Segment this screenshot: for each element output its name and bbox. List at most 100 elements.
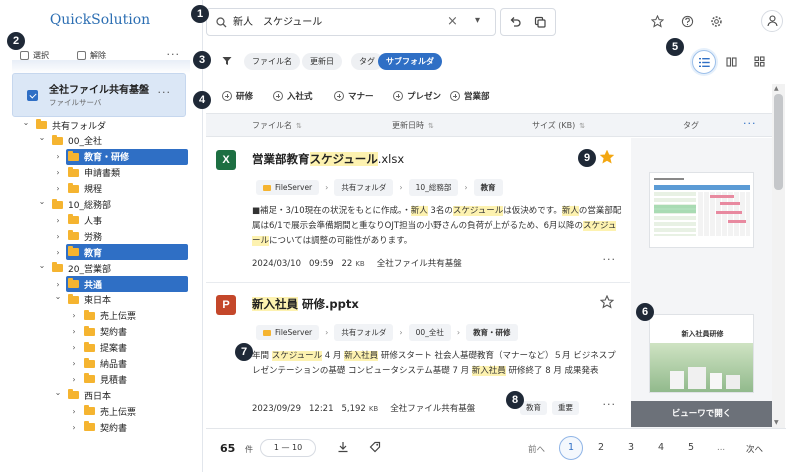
search-dropdown-icon[interactable]: ▾: [475, 15, 480, 26]
tree-item[interactable]: ⌄ 20_営業部: [38, 260, 111, 276]
source-checkbox[interactable]: [27, 90, 38, 101]
download-icon[interactable]: [337, 441, 349, 453]
chevron-right-icon[interactable]: ›: [54, 280, 62, 289]
tree-item[interactable]: ⌄ 東日本: [54, 292, 111, 308]
breadcrumb-item[interactable]: 00_全社: [408, 324, 451, 341]
chevron-down-icon[interactable]: ⌄: [54, 292, 62, 301]
page-number[interactable]: 5: [679, 436, 703, 460]
tree-item[interactable]: › 教育: [54, 244, 188, 261]
help-icon[interactable]: [681, 15, 694, 28]
prev-page-link[interactable]: 前へ: [528, 443, 545, 455]
presentation-thumbnail[interactable]: 新入社員研修: [649, 314, 754, 393]
copy-icon[interactable]: [534, 16, 546, 28]
column-settings-icon[interactable]: ···: [743, 117, 757, 130]
chevron-right-icon[interactable]: ›: [54, 216, 62, 225]
search-box[interactable]: × ▾: [206, 8, 496, 36]
tree-item[interactable]: › 見積書: [70, 371, 127, 387]
undo-icon[interactable]: [509, 16, 521, 28]
chevron-right-icon[interactable]: ›: [54, 152, 62, 161]
page-number[interactable]: 4: [649, 436, 673, 460]
file-name[interactable]: 新入社員 研修.pptx: [252, 296, 359, 312]
breadcrumb-item[interactable]: 教育: [473, 179, 503, 196]
result-range[interactable]: 1 — 10: [260, 439, 316, 457]
tree-item[interactable]: › 提案書: [70, 340, 127, 356]
col-updated[interactable]: 更新日時 ⇅: [392, 120, 434, 131]
source-card[interactable]: 全社ファイル共有基盤 ファイルサーバ ···: [12, 73, 186, 117]
search-input[interactable]: [233, 15, 443, 26]
deselect-button[interactable]: 解除: [77, 50, 106, 61]
tree-item[interactable]: ⌄ 西日本: [54, 387, 111, 403]
chevron-right-icon[interactable]: ›: [70, 407, 78, 416]
chevron-right-icon[interactable]: ›: [70, 423, 78, 432]
file-name[interactable]: 営業部教育スケジュール.xlsx: [252, 151, 404, 167]
chevron-down-icon[interactable]: ⌄: [22, 118, 30, 127]
chevron-right-icon[interactable]: ›: [54, 248, 62, 257]
page-number[interactable]: 1: [559, 436, 583, 460]
favorite-star-icon[interactable]: [600, 150, 614, 164]
tree-item[interactable]: › 人事: [54, 212, 102, 228]
column-view-button[interactable]: [720, 50, 744, 74]
scroll-up-icon[interactable]: ▲: [774, 85, 779, 92]
breadcrumb-item[interactable]: FileServer: [256, 325, 320, 340]
breadcrumb-item[interactable]: FileServer: [256, 180, 320, 195]
page-number[interactable]: 3: [619, 436, 643, 460]
tree-item[interactable]: ⌄ 10_総務部: [38, 197, 111, 213]
tree-item[interactable]: › 規程: [54, 181, 102, 197]
filter-chip[interactable]: 更新日: [302, 53, 342, 70]
chevron-down-icon[interactable]: ⌄: [54, 388, 62, 397]
tree-item[interactable]: › 共通: [54, 276, 188, 292]
settings-gear-icon[interactable]: [710, 15, 723, 28]
chevron-right-icon[interactable]: ›: [54, 232, 62, 241]
favorite-star-icon[interactable]: [651, 15, 664, 28]
tree-item[interactable]: › 労務: [54, 228, 102, 244]
tree-item[interactable]: › 契約書: [70, 324, 127, 340]
add-tag-button[interactable]: 研修: [222, 90, 253, 102]
tree-item[interactable]: › 契約書: [70, 419, 127, 435]
file-more-icon[interactable]: ···: [603, 398, 617, 411]
tree-item[interactable]: › 納品書: [70, 356, 127, 372]
breadcrumb-item[interactable]: 教育・研修: [466, 324, 518, 341]
add-tag-button[interactable]: 営業部: [450, 90, 490, 102]
spreadsheet-thumbnail[interactable]: [649, 172, 754, 248]
chevron-right-icon[interactable]: ›: [70, 359, 78, 368]
file-tag[interactable]: 重要: [552, 401, 579, 415]
tag-icon[interactable]: [369, 441, 381, 453]
result-card[interactable]: X 営業部教育スケジュール.xlsx FileServer › 共有フォルダ › 10_総務…: [206, 138, 630, 283]
chevron-right-icon[interactable]: ›: [70, 375, 78, 384]
chevron-down-icon[interactable]: ⌄: [38, 133, 46, 142]
result-card[interactable]: P 新入社員 研修.pptx FileServer › 共有フォルダ › 00_全社 › 教育・…: [206, 283, 630, 428]
chevron-right-icon[interactable]: ›: [54, 168, 62, 177]
chevron-right-icon[interactable]: ›: [54, 184, 62, 193]
breadcrumb-item[interactable]: 10_総務部: [408, 179, 459, 196]
col-size[interactable]: サイズ (KB) ⇅: [532, 120, 585, 131]
list-view-button[interactable]: [692, 50, 716, 74]
col-tag[interactable]: タグ: [683, 120, 699, 131]
page-number[interactable]: 2: [589, 436, 613, 460]
breadcrumb-item[interactable]: 共有フォルダ: [334, 324, 394, 341]
more-options-icon[interactable]: ···: [167, 48, 181, 61]
app-logo[interactable]: QuickSolution: [0, 12, 200, 28]
user-avatar[interactable]: [761, 10, 783, 32]
select-all-button[interactable]: 選択: [20, 50, 49, 61]
source-more-icon[interactable]: ···: [158, 86, 172, 99]
tree-item[interactable]: › 売上伝票: [70, 308, 136, 324]
col-filename[interactable]: ファイル名 ⇅: [252, 120, 302, 131]
file-tag[interactable]: 教育: [520, 401, 547, 415]
add-tag-button[interactable]: プレゼン: [393, 90, 441, 102]
tree-item[interactable]: ⌄ 共有フォルダ: [22, 117, 106, 133]
chevron-down-icon[interactable]: ⌄: [38, 261, 46, 270]
tree-item[interactable]: ⌄ 00_全社: [38, 133, 102, 149]
tree-item[interactable]: › 申請書類: [54, 165, 120, 181]
filter-icon[interactable]: [222, 56, 232, 66]
clear-search-icon[interactable]: ×: [447, 14, 458, 29]
open-in-viewer-button[interactable]: ビューワで開く: [631, 401, 772, 427]
chevron-right-icon[interactable]: ›: [70, 327, 78, 336]
scrollbar-thumb[interactable]: [774, 94, 783, 190]
chevron-right-icon[interactable]: ›: [70, 343, 78, 352]
breadcrumb-item[interactable]: 共有フォルダ: [334, 179, 394, 196]
scroll-down-icon[interactable]: ▼: [774, 419, 779, 426]
grid-view-button[interactable]: [748, 50, 772, 74]
chevron-down-icon[interactable]: ⌄: [38, 197, 46, 206]
add-tag-button[interactable]: マナー: [334, 90, 374, 102]
filter-chip[interactable]: サブフォルダ: [378, 53, 442, 70]
